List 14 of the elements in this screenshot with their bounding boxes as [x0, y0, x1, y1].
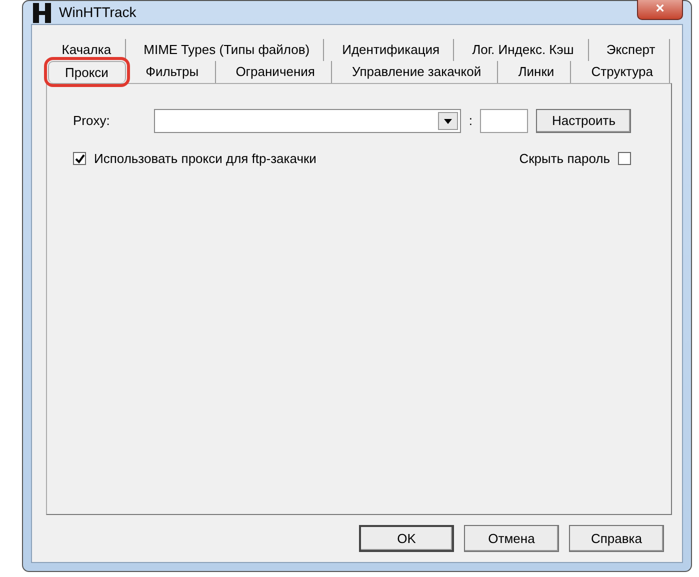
dialog-button[interactable]: OK	[359, 525, 454, 552]
port-field[interactable]	[480, 109, 528, 133]
window-title: WinHTTrack	[59, 3, 136, 22]
configure-button[interactable]: Настроить	[536, 109, 632, 133]
checkbox[interactable]	[618, 152, 631, 166]
app-logo-icon	[33, 2, 51, 22]
checkbox-label: Использовать прокси для ftp-закачки	[94, 150, 316, 168]
proxy-label: Proxy:	[73, 112, 111, 130]
port-separator: :	[468, 112, 472, 130]
tab[interactable]: Фильтры	[130, 60, 216, 83]
checkbox-label: Скрыть пароль	[519, 150, 610, 168]
dialog-button[interactable]: Справка	[569, 525, 664, 552]
checkbox[interactable]	[73, 152, 86, 166]
dialog-button[interactable]: Отмена	[464, 525, 559, 552]
